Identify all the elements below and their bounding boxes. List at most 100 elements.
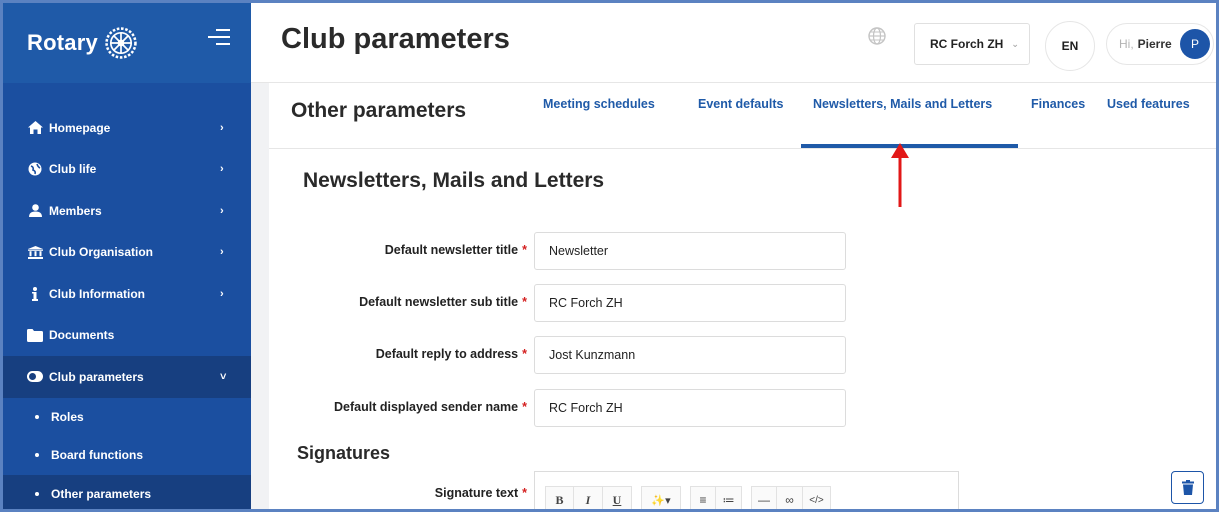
language-globe-icon[interactable] — [868, 27, 886, 45]
sender-name-input[interactable] — [534, 389, 846, 427]
sidebar-nav: Homepage › Club life › Members › Club Or… — [3, 107, 251, 509]
bullet-icon — [35, 414, 39, 419]
required-mark: * — [522, 347, 527, 361]
sidebar-item-label: Club life — [49, 162, 97, 177]
bullet-list-button[interactable]: ≡ — [690, 486, 716, 509]
tab-event-defaults[interactable]: Event defaults — [698, 97, 783, 111]
rotary-wheel-logo — [105, 27, 137, 59]
institution-icon — [27, 245, 43, 259]
sidebar-item-label: Club Information — [49, 286, 145, 301]
signatures-title: Signatures — [297, 443, 391, 463]
tabs-row: Other parameters Meeting schedules Event… — [269, 83, 1216, 149]
reply-to-address-input[interactable] — [534, 336, 846, 374]
sidebar-item-club-information[interactable]: Club Information › — [3, 273, 251, 315]
field-label-text: Default reply to address — [375, 347, 519, 361]
brand-name: Rotary — [27, 30, 98, 55]
user-icon — [27, 204, 43, 218]
chevron-right-icon: › — [220, 204, 224, 217]
sidebar: Rotary Homepage › Club life › Members › … — [3, 3, 251, 509]
field-label-text: Default newsletter title — [384, 243, 519, 257]
bold-button[interactable]: B — [545, 486, 574, 509]
chevron-right-icon: › — [220, 287, 224, 300]
tab-newsletters-mails-letters[interactable]: Newsletters, Mails and Letters — [813, 97, 992, 111]
tab-meeting-schedules[interactable]: Meeting schedules — [543, 97, 655, 111]
code-view-button[interactable]: </> — [803, 486, 831, 509]
chevron-down-icon: ˅ — [220, 370, 227, 383]
app-window: Rotary Homepage › Club life › Members › … — [0, 0, 1219, 512]
field-label-text: Signature text — [434, 486, 519, 500]
form-title: Newsletters, Mails and Letters — [303, 169, 605, 192]
sidebar-subitem-board-functions[interactable]: Board functions — [3, 436, 251, 475]
sidebar-item-label: Club Organisation — [49, 245, 154, 260]
sidebar-item-club-organisation[interactable]: Club Organisation › — [3, 232, 251, 274]
toggle-icon — [27, 370, 43, 384]
editor-toolbar: B I U ✨▾ ≡ ≔ — ∞ </> — [545, 486, 840, 509]
parameters-card: Other parameters Meeting schedules Event… — [269, 83, 1216, 509]
list-group: ≡ ≔ — [690, 486, 742, 509]
newsletter-title-input[interactable] — [534, 232, 846, 270]
field-label: Default newsletter title * — [385, 243, 527, 257]
field-label: Signature text * — [435, 486, 527, 500]
sidebar-item-members[interactable]: Members › — [3, 190, 251, 232]
globe-icon — [27, 162, 43, 176]
club-selector[interactable]: RC Forch ZH ⌄ — [914, 23, 1030, 65]
magic-style-button[interactable]: ✨▾ — [641, 486, 681, 509]
required-mark: * — [522, 295, 527, 309]
sidebar-item-club-parameters[interactable]: Club parameters ˅ — [3, 356, 251, 398]
bullet-icon — [35, 491, 39, 496]
format-group: B I U — [545, 486, 632, 509]
link-button[interactable]: ∞ — [777, 486, 803, 509]
sidebar-item-homepage[interactable]: Homepage › — [3, 107, 251, 149]
field-label-text: Default displayed sender name — [334, 400, 519, 414]
field-label: Default reply to address * — [376, 347, 527, 361]
annotation-arrow-icon — [891, 143, 909, 207]
sidebar-item-label: Homepage — [49, 120, 111, 135]
home-icon — [27, 121, 43, 135]
sidebar-subitem-label: Board functions — [51, 448, 143, 463]
field-label: Default displayed sender name * — [334, 400, 527, 414]
club-selector-value: RC Forch ZH — [930, 37, 1004, 51]
underline-button[interactable]: U — [603, 486, 632, 509]
user-menu[interactable]: Hi, Pierre P — [1106, 23, 1214, 65]
newsletter-subtitle-input[interactable] — [534, 284, 846, 322]
tab-used-features[interactable]: Used features — [1107, 97, 1190, 111]
page-title: Club parameters — [281, 23, 510, 55]
folder-icon — [27, 328, 43, 342]
trash-icon — [1181, 480, 1194, 495]
chevron-down-icon: ⌄ — [1011, 38, 1019, 49]
tab-finances[interactable]: Finances — [1031, 97, 1085, 111]
sidebar-subitem-other-parameters[interactable]: Other parameters — [3, 474, 251, 509]
insert-group: — ∞ </> — [751, 486, 831, 509]
italic-button[interactable]: I — [574, 486, 603, 509]
required-mark: * — [522, 486, 527, 500]
info-icon — [27, 286, 43, 301]
required-mark: * — [522, 243, 527, 257]
sidebar-subitem-label: Other parameters — [51, 486, 152, 501]
greeting: Hi, — [1119, 37, 1134, 51]
sidebar-item-club-life[interactable]: Club life › — [3, 149, 251, 191]
menu-toggle-icon[interactable] — [208, 29, 230, 51]
user-name: Pierre — [1137, 37, 1172, 51]
required-mark: * — [522, 400, 527, 414]
sidebar-item-documents[interactable]: Documents — [3, 315, 251, 357]
bullet-icon — [35, 453, 39, 458]
avatar: P — [1180, 29, 1210, 59]
field-label: Default newsletter sub title * — [359, 295, 527, 309]
horizontal-rule-button[interactable]: — — [751, 486, 777, 509]
chevron-right-icon: › — [220, 246, 224, 259]
sidebar-item-label: Club parameters — [49, 369, 144, 384]
chevron-right-icon: › — [220, 121, 224, 134]
field-label-text: Default newsletter sub title — [359, 295, 519, 309]
top-header: Club parameters RC Forch ZH ⌄ EN Hi, Pie… — [251, 3, 1216, 83]
delete-signature-button[interactable] — [1171, 471, 1204, 504]
signature-editor[interactable]: B I U ✨▾ ≡ ≔ — ∞ </> — [534, 471, 959, 509]
numbered-list-button[interactable]: ≔ — [716, 486, 742, 509]
sidebar-subitem-roles[interactable]: Roles — [3, 398, 251, 437]
chevron-right-icon: › — [220, 163, 224, 176]
language-switch[interactable]: EN — [1045, 21, 1095, 71]
sidebar-item-label: Members — [49, 203, 102, 218]
section-title: Other parameters — [291, 99, 467, 122]
sidebar-item-label: Documents — [49, 328, 115, 343]
sidebar-subitem-label: Roles — [51, 409, 84, 424]
style-group: ✨▾ — [641, 486, 681, 509]
